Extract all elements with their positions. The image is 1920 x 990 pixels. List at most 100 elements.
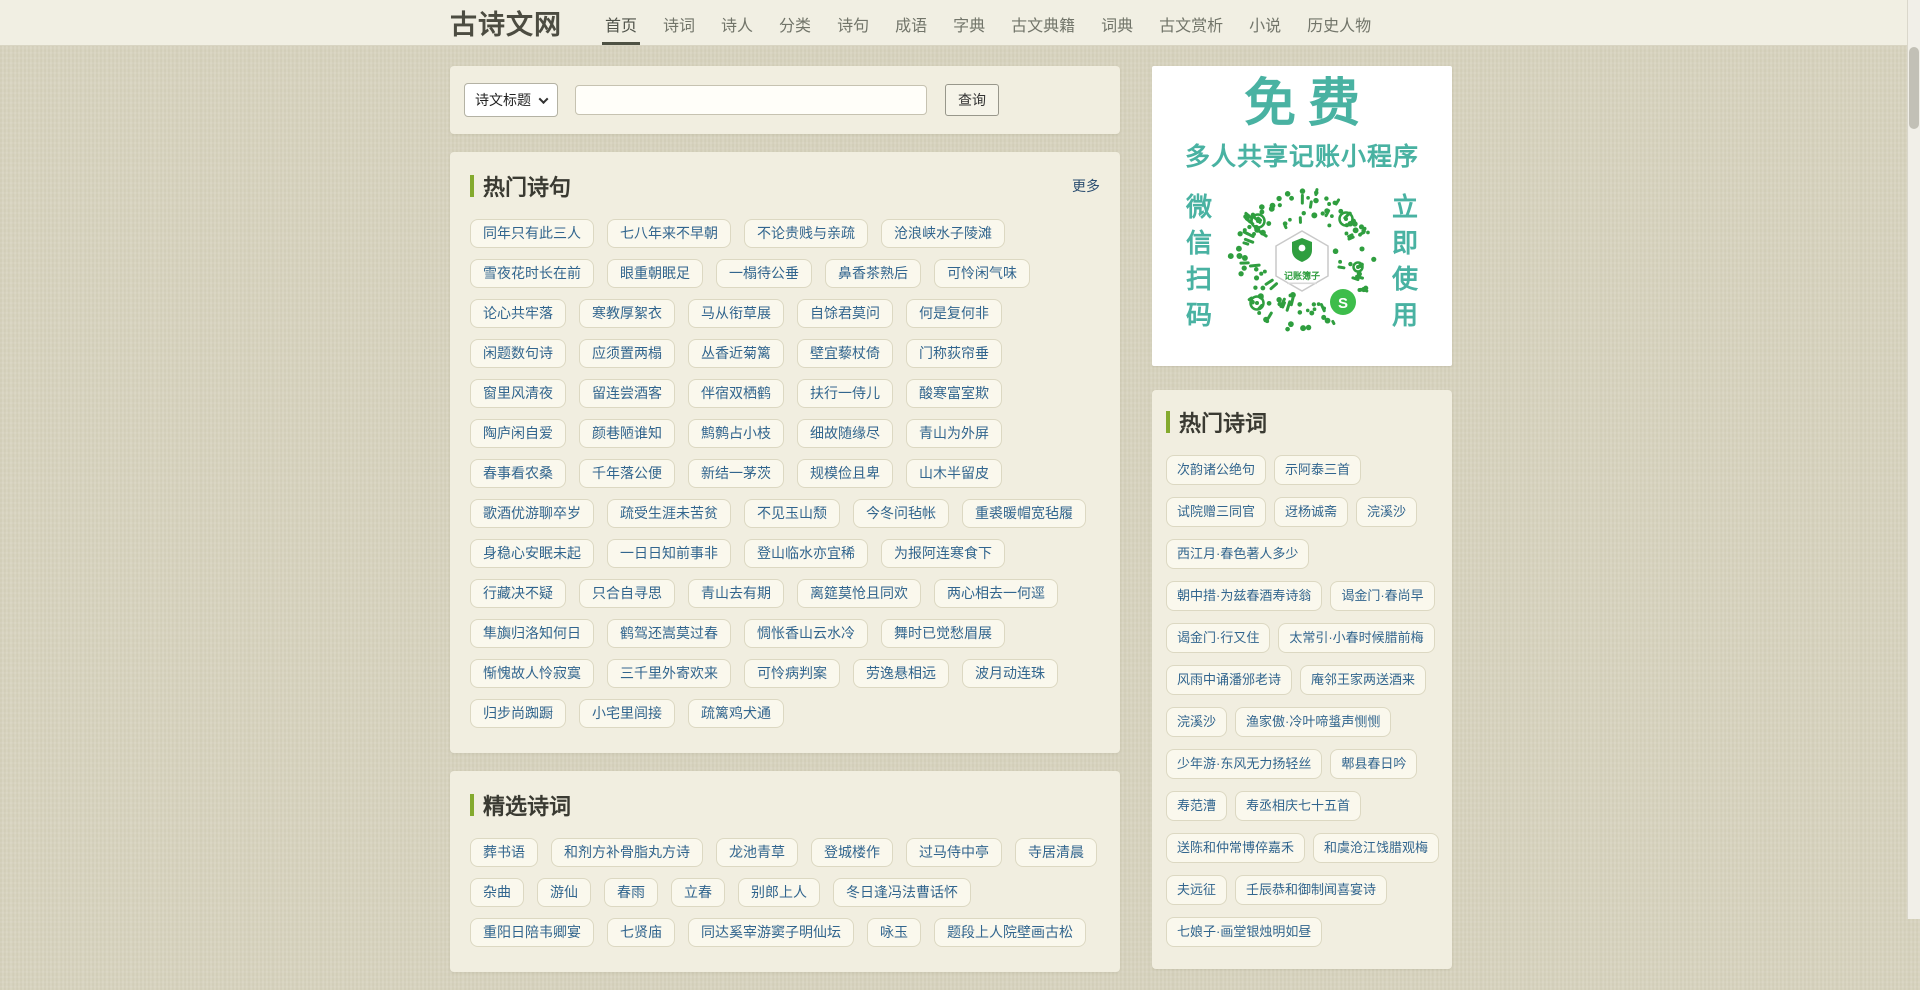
tag[interactable]: 离筵莫怆且同欢 (797, 579, 921, 608)
tag[interactable]: 门称荻帘垂 (906, 339, 1002, 368)
tag[interactable]: 壬辰恭和御制闻喜宴诗 (1235, 875, 1387, 905)
tag[interactable]: 夫远征 (1166, 875, 1227, 905)
tag[interactable]: 马从衔草展 (688, 299, 784, 328)
search-category-select[interactable]: 诗文标题 (464, 83, 558, 117)
tag[interactable]: 西江月·春色著人多少 (1166, 539, 1309, 569)
nav-item-3[interactable]: 分类 (776, 0, 814, 45)
tag[interactable]: 隼旟归洛知何日 (470, 619, 594, 648)
tag[interactable]: 同年只有此三人 (470, 219, 594, 248)
tag[interactable]: 迓杨诚斋 (1274, 497, 1348, 527)
tag[interactable]: 闲题数句诗 (470, 339, 566, 368)
tag[interactable]: 寒教厚絮衣 (579, 299, 675, 328)
tag[interactable]: 和剂方补骨脂丸方诗 (551, 838, 703, 867)
tag[interactable]: 惭愧故人怜寂寞 (470, 659, 594, 688)
tag[interactable]: 眼重朝眠足 (607, 259, 703, 288)
tag[interactable]: 登山临水亦宜稀 (744, 539, 868, 568)
nav-item-6[interactable]: 字典 (950, 0, 988, 45)
tag[interactable]: 别郎上人 (738, 878, 820, 907)
tag[interactable]: 新结一茅茨 (688, 459, 784, 488)
tag[interactable]: 渔家傲·冷叶啼螀声恻恻 (1235, 707, 1391, 737)
tag[interactable]: 劳逸悬相远 (853, 659, 949, 688)
nav-item-0[interactable]: 首页 (602, 0, 640, 45)
tag[interactable]: 浣溪沙 (1356, 497, 1417, 527)
tag[interactable]: 三千里外寄欢来 (607, 659, 731, 688)
ad-banner[interactable]: 免费 多人共享记账小程序 微信扫码 记账簿子 S 立即使用 (1152, 66, 1452, 366)
nav-item-10[interactable]: 小说 (1246, 0, 1284, 45)
nav-item-11[interactable]: 历史人物 (1304, 0, 1374, 45)
tag[interactable]: 自馀君莫问 (797, 299, 893, 328)
tag[interactable]: 丛香近菊篱 (688, 339, 784, 368)
tag[interactable]: 庵邻王家两送酒来 (1300, 665, 1426, 695)
nav-item-2[interactable]: 诗人 (718, 0, 756, 45)
tag[interactable]: 谒金门·春尚早 (1330, 581, 1434, 611)
tag[interactable]: 寿范漕 (1166, 791, 1227, 821)
tag[interactable]: 鼻香茶熟后 (825, 259, 921, 288)
site-logo[interactable]: 古诗文网 (450, 0, 562, 45)
tag[interactable]: 重裘暖帽宽毡履 (962, 499, 1086, 528)
tag[interactable]: 少年游·东风无力扬轻丝 (1166, 749, 1322, 779)
tag[interactable]: 雪夜花时长在前 (470, 259, 594, 288)
tag[interactable]: 颜巷陋谁知 (579, 419, 675, 448)
tag[interactable]: 示阿泰三首 (1274, 455, 1361, 485)
tag[interactable]: 不见玉山颓 (744, 499, 840, 528)
tag[interactable]: 杂曲 (470, 878, 524, 907)
tag[interactable]: 千年落公便 (579, 459, 675, 488)
tag[interactable]: 不论贵贱与亲疏 (744, 219, 868, 248)
tag[interactable]: 伴宿双栖鹤 (688, 379, 784, 408)
tag[interactable]: 青山去有期 (688, 579, 784, 608)
tag[interactable]: 何是复何非 (906, 299, 1002, 328)
tag[interactable]: 波月动连珠 (962, 659, 1058, 688)
tag[interactable]: 谒金门·行又住 (1166, 623, 1270, 653)
tag[interactable]: 行藏决不疑 (470, 579, 566, 608)
tag[interactable]: 窗里风清夜 (470, 379, 566, 408)
tag[interactable]: 试院赠三同官 (1166, 497, 1266, 527)
tag[interactable]: 论心共牢落 (470, 299, 566, 328)
tag[interactable]: 细故随缘尽 (797, 419, 893, 448)
tag[interactable]: 惆怅香山云水冷 (744, 619, 868, 648)
tag[interactable]: 葬书语 (470, 838, 538, 867)
scrollbar[interactable] (1907, 0, 1920, 919)
tag[interactable]: 身稳心安眠未起 (470, 539, 594, 568)
tag[interactable]: 七八年来不早朝 (607, 219, 731, 248)
tag[interactable]: 七贤庙 (607, 918, 675, 947)
tag[interactable]: 过马侍中亭 (906, 838, 1002, 867)
tag[interactable]: 应须置两榻 (579, 339, 675, 368)
tag[interactable]: 为报阿连寒食下 (881, 539, 1005, 568)
tag[interactable]: 青山为外屏 (906, 419, 1002, 448)
tag[interactable]: 登城楼作 (811, 838, 893, 867)
tag[interactable]: 七娘子·画堂银烛明如昼 (1166, 917, 1322, 947)
tag[interactable]: 同达奚宰游窦子明仙坛 (688, 918, 854, 947)
tag[interactable]: 朝中措·为兹春酒寿诗翁 (1166, 581, 1322, 611)
tag[interactable]: 酸寒富室欺 (906, 379, 1002, 408)
tag[interactable]: 游仙 (537, 878, 591, 907)
tag[interactable]: 一榻待公垂 (716, 259, 812, 288)
nav-item-9[interactable]: 古文赏析 (1156, 0, 1226, 45)
tag[interactable]: 疏受生涯未苦贫 (607, 499, 731, 528)
tag[interactable]: 山木半留皮 (906, 459, 1002, 488)
more-link[interactable]: 更多 (1072, 176, 1100, 196)
tag[interactable]: 只合自寻思 (579, 579, 675, 608)
nav-item-5[interactable]: 成语 (892, 0, 930, 45)
tag[interactable]: 郫县春日吟 (1330, 749, 1417, 779)
tag[interactable]: 寿丞相庆七十五首 (1235, 791, 1361, 821)
tag[interactable]: 风雨中诵潘邠老诗 (1166, 665, 1292, 695)
tag[interactable]: 寺居清晨 (1015, 838, 1097, 867)
nav-item-1[interactable]: 诗词 (660, 0, 698, 45)
tag[interactable]: 鹤驾还嵩莫过春 (607, 619, 731, 648)
tag[interactable]: 和虞沧江饯腊观梅 (1313, 833, 1439, 863)
nav-item-4[interactable]: 诗句 (834, 0, 872, 45)
tag[interactable]: 重阳日陪韦卿宴 (470, 918, 594, 947)
tag[interactable]: 可怜闲气味 (934, 259, 1030, 288)
tag[interactable]: 浣溪沙 (1166, 707, 1227, 737)
search-input[interactable] (575, 85, 927, 115)
tag[interactable]: 冬日逢冯法曹话怀 (833, 878, 971, 907)
tag[interactable]: 春事看农桑 (470, 459, 566, 488)
tag[interactable]: 送陈和仲常博倅嘉禾 (1166, 833, 1305, 863)
tag[interactable]: 次韵诸公绝句 (1166, 455, 1266, 485)
nav-item-7[interactable]: 古文典籍 (1008, 0, 1078, 45)
tag[interactable]: 壁宜藜杖倚 (797, 339, 893, 368)
tag[interactable]: 龙池青草 (716, 838, 798, 867)
tag[interactable]: 扶行一侍儿 (797, 379, 893, 408)
tag[interactable]: 陶庐闲自爱 (470, 419, 566, 448)
tag[interactable]: 歌酒优游聊卒岁 (470, 499, 594, 528)
